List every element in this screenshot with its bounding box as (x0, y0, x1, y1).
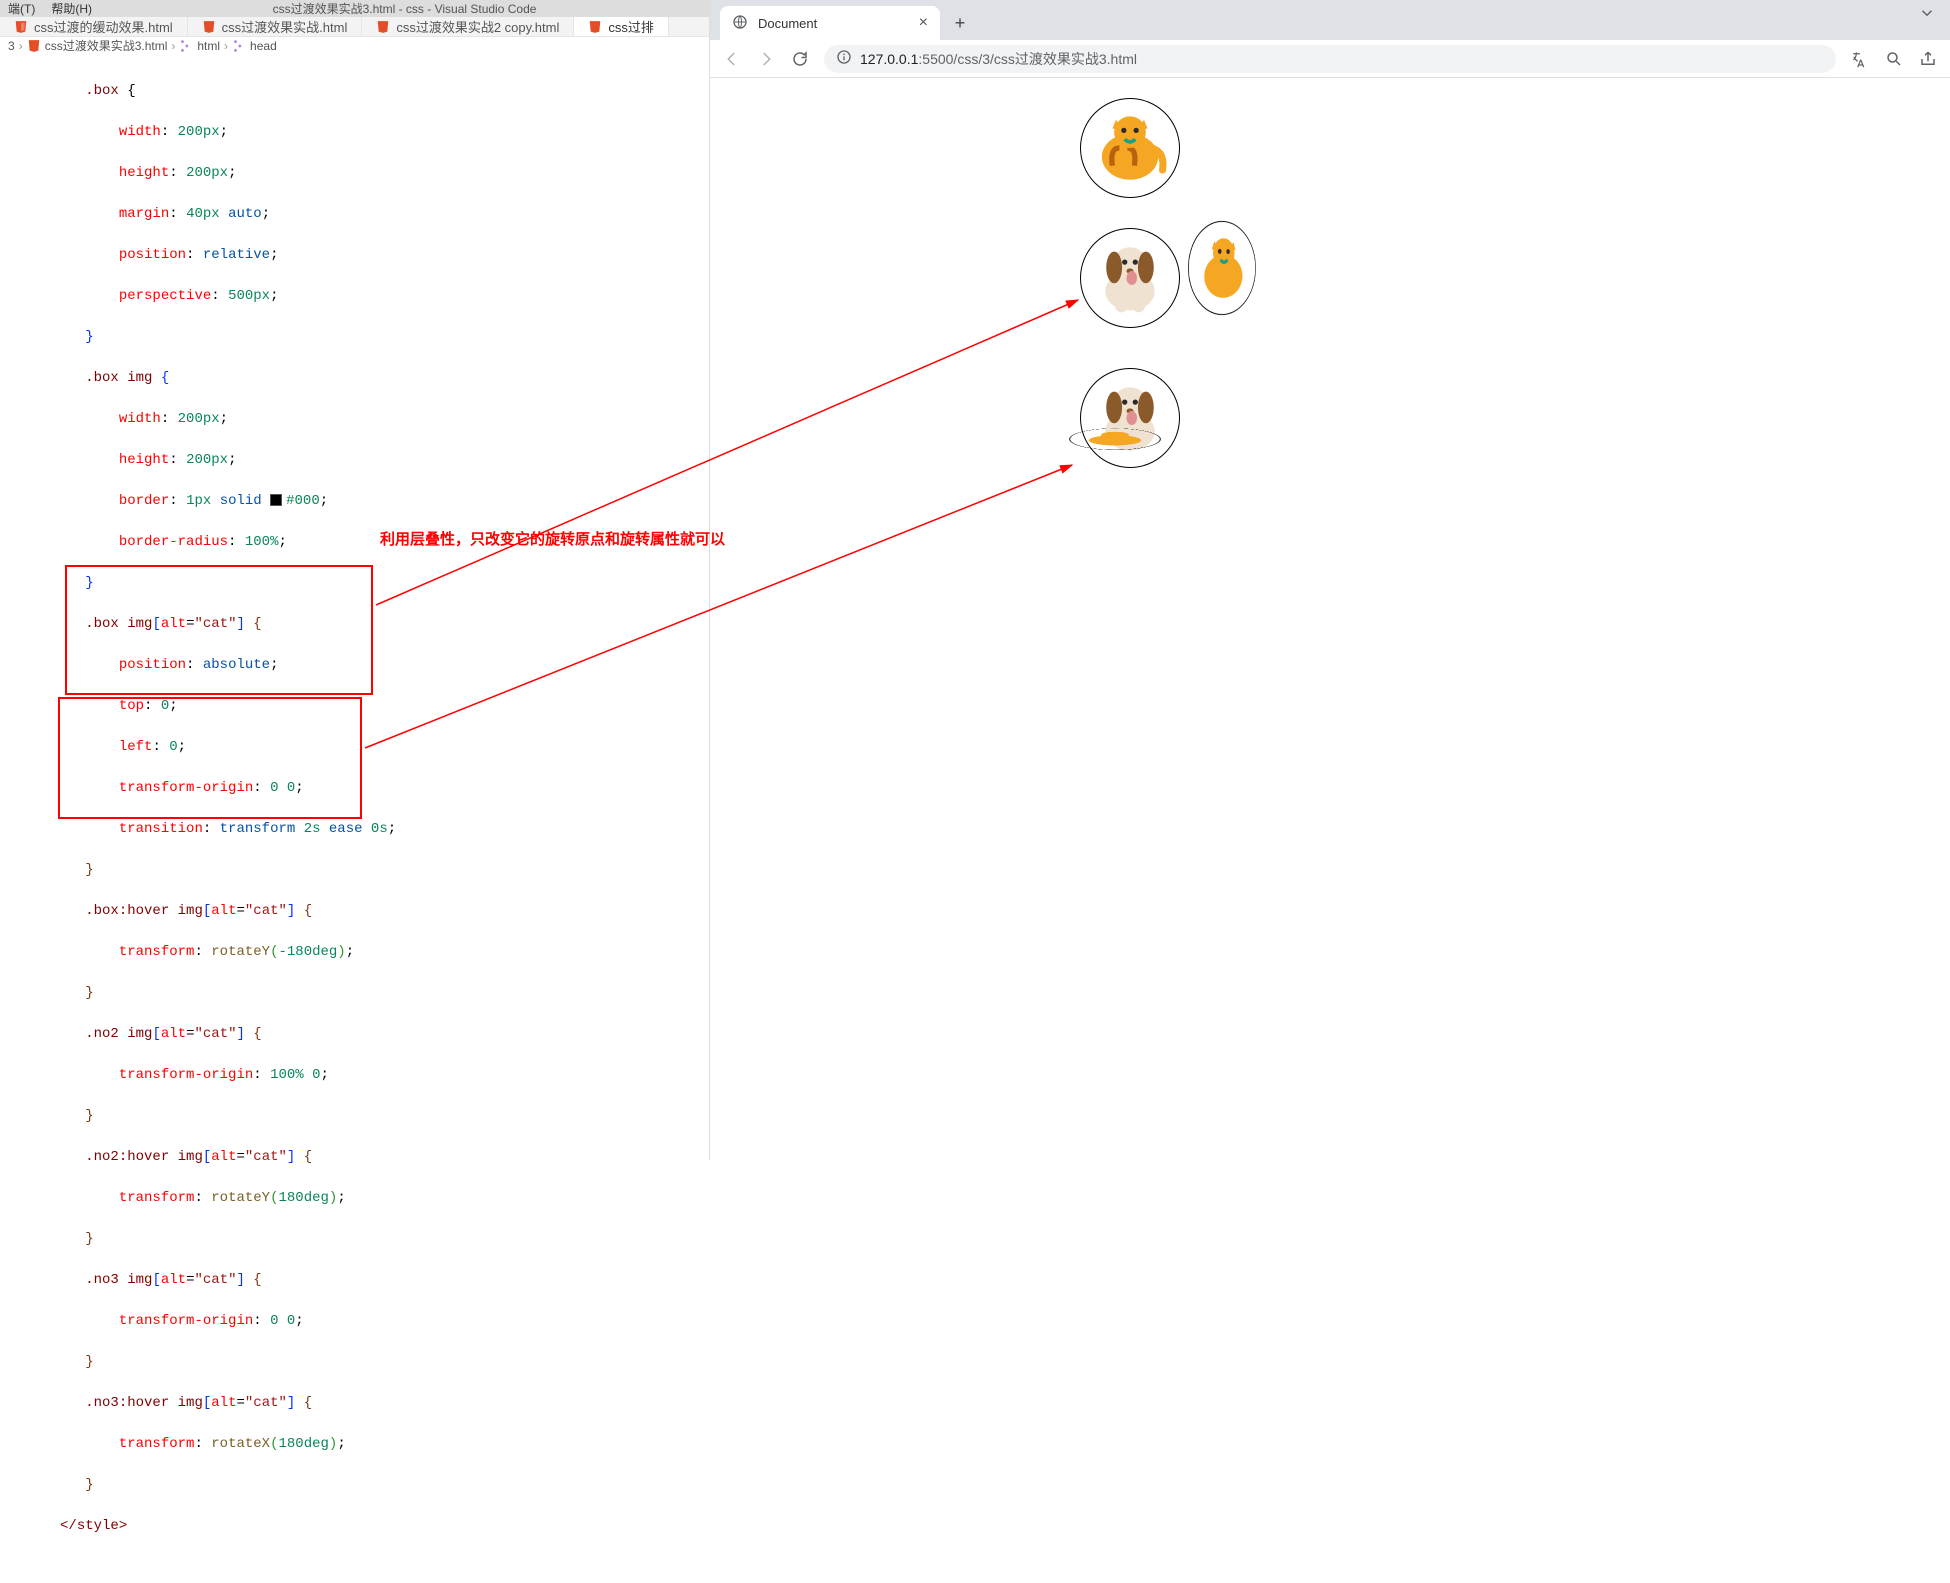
html-file-icon (202, 20, 216, 34)
browser-window: Document × + 127.0.0.1:5500/css/3/css过渡效… (710, 0, 1950, 1160)
tab-2[interactable]: css过渡效果实战2 copy.html (362, 17, 574, 36)
reload-button[interactable] (790, 49, 810, 69)
forward-button[interactable] (756, 49, 776, 69)
new-tab-button[interactable]: + (946, 9, 974, 37)
info-icon[interactable] (836, 49, 852, 68)
zoom-icon[interactable] (1884, 49, 1904, 69)
url-host: 127.0.0.1 (860, 51, 918, 67)
bc-item[interactable]: 3 (8, 39, 15, 53)
translate-icon[interactable] (1850, 49, 1870, 69)
tab-label: css过渡的缓动效果.html (34, 17, 173, 36)
editor-tabs: css过渡的缓动效果.html css过渡效果实战.html css过渡效果实战… (0, 17, 709, 37)
html-file-icon (27, 39, 41, 53)
dog-image (1086, 234, 1174, 322)
box-3-cat (1065, 428, 1165, 450)
chevron-right-icon: › (224, 39, 228, 53)
browser-tabstrip: Document × + (710, 0, 1950, 40)
tab-0[interactable]: css过渡的缓动效果.html (0, 17, 188, 36)
cat-image (1193, 224, 1253, 311)
address-bar[interactable]: 127.0.0.1:5500/css/3/css过渡效果实战3.html (824, 45, 1836, 73)
chevron-down-icon[interactable] (1918, 4, 1936, 25)
globe-icon (732, 14, 748, 33)
box-2-dog (1080, 228, 1180, 328)
browser-tab-title: Document (758, 16, 817, 31)
back-button[interactable] (722, 49, 742, 69)
code-editor[interactable]: .box { width: 200px; height: 200px; marg… (0, 54, 709, 1583)
breadcrumb[interactable]: 3 › css过渡效果实战3.html › html › head (0, 37, 709, 54)
bc-item[interactable]: css过渡效果实战3.html (45, 37, 168, 54)
vscode-window: 端(T) 帮助(H) css过渡效果实战3.html - css - Visua… (0, 0, 710, 1160)
address-bar-row: 127.0.0.1:5500/css/3/css过渡效果实战3.html (710, 40, 1950, 78)
close-icon[interactable]: × (919, 14, 928, 32)
html-file-icon (588, 20, 602, 34)
tab-3-active[interactable]: css过排 (574, 17, 669, 36)
element-icon (232, 39, 246, 53)
html-file-icon (14, 20, 28, 34)
url-path: :5500/css/3/css过渡效果实战3.html (918, 51, 1137, 67)
chevron-right-icon: › (171, 39, 175, 53)
box-3-dog (1080, 368, 1180, 468)
cat-image (1086, 104, 1174, 192)
cat-image (1072, 429, 1159, 448)
bc-item[interactable]: head (250, 39, 277, 53)
element-icon (179, 39, 193, 53)
bc-item[interactable]: html (197, 39, 220, 53)
share-icon[interactable] (1918, 49, 1938, 69)
tab-label: css过渡效果实战.html (222, 17, 348, 36)
menu-help[interactable]: 帮助(H) (51, 0, 92, 17)
annotation-text: 利用层叠性，只改变它的旋转原点和旋转属性就可以 (380, 528, 725, 549)
box-2-cat (1188, 218, 1256, 318)
html-file-icon (376, 20, 390, 34)
color-swatch (270, 494, 282, 506)
tab-label: css过渡效果实战2 copy.html (396, 17, 559, 36)
browser-tab[interactable]: Document × (720, 6, 940, 40)
box-1-cat (1080, 98, 1180, 198)
menu-terminal[interactable]: 端(T) (8, 0, 35, 17)
window-title: css过渡效果实战3.html - css - Visual Studio Co… (108, 0, 701, 17)
browser-page (710, 78, 1950, 1160)
tab-1[interactable]: css过渡效果实战.html (188, 17, 363, 36)
title-bar: 端(T) 帮助(H) css过渡效果实战3.html - css - Visua… (0, 0, 709, 17)
tab-label: css过排 (608, 17, 654, 36)
chevron-right-icon: › (19, 39, 23, 53)
